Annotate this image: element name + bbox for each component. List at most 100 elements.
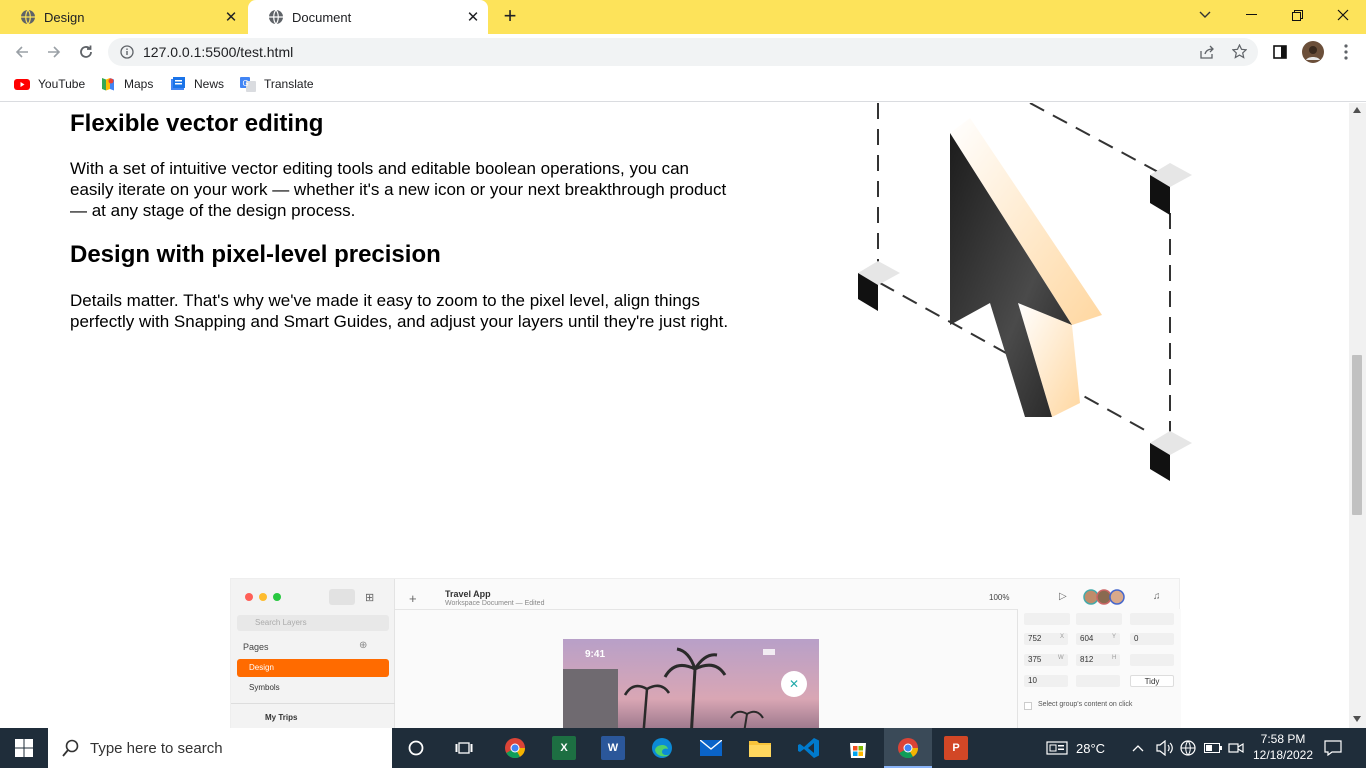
layers-sidebar: ⊞ Search Layers Pages ⊕ Design Symbols M…: [231, 579, 395, 728]
svg-text:G: G: [243, 79, 249, 88]
url-text: 127.0.0.1:5500/test.html: [143, 44, 294, 60]
inspector-panel: 752 X 604 Y 0 375 W 812 H 10 Tidy Select…: [1017, 609, 1181, 728]
bookmark-youtube[interactable]: YouTube: [14, 76, 85, 92]
divider: [231, 703, 395, 704]
store-icon[interactable]: [846, 736, 870, 760]
mail-icon[interactable]: [699, 736, 723, 760]
chevron-up-icon[interactable]: [1132, 728, 1144, 768]
youtube-icon: [14, 79, 30, 90]
pages-label: Pages: [243, 642, 269, 652]
forward-icon[interactable]: [42, 40, 66, 64]
chrome-active-icon[interactable]: [896, 736, 920, 760]
scroll-up-icon[interactable]: [1353, 107, 1361, 113]
info-icon[interactable]: [120, 45, 134, 59]
notification-icon[interactable]: [1324, 728, 1342, 768]
insert-icon: +: [409, 591, 417, 606]
clock-date: 12/18/2022: [1252, 748, 1314, 762]
bookmark-translate[interactable]: G Translate: [240, 76, 314, 92]
select-group-checkbox: [1024, 702, 1032, 710]
page-item-design: Design: [237, 659, 389, 677]
more-menu-icon[interactable]: [1334, 40, 1358, 64]
tab-strip: Design ✕ Document ✕ +: [0, 0, 1366, 34]
clock-time: 7:58 PM: [1260, 732, 1306, 746]
scroll-down-icon[interactable]: [1353, 716, 1361, 722]
phone-artboard: 9:41 ✕: [563, 639, 819, 728]
new-tab-button[interactable]: +: [498, 5, 522, 29]
word-icon[interactable]: W: [601, 736, 625, 760]
align-controls: [1024, 613, 1070, 625]
bookmarks-bar: YouTube Maps News G Translate: [0, 70, 1366, 102]
app-screenshot: ⊞ Search Layers Pages ⊕ Design Symbols M…: [230, 578, 1181, 728]
side-panel-icon[interactable]: [1268, 40, 1292, 64]
x-label: X: [1060, 634, 1065, 640]
speaker-icon[interactable]: [1156, 728, 1174, 768]
tab-design[interactable]: Design ✕: [0, 0, 246, 34]
w-label: W: [1058, 655, 1064, 661]
weather-temperature: 28°C: [1076, 740, 1106, 756]
radius-field: 10: [1024, 675, 1068, 687]
close-icon: ✕: [781, 671, 807, 697]
tab-label: Design: [44, 9, 85, 25]
powerpoint-icon[interactable]: P: [944, 736, 968, 760]
search-layers-input: Search Layers: [237, 615, 389, 631]
news-icon: [171, 77, 185, 90]
file-explorer-icon[interactable]: [748, 736, 772, 760]
grid-icon: ⊞: [365, 592, 375, 604]
toolbar-divider: [395, 609, 1017, 610]
vscode-icon[interactable]: [797, 736, 821, 760]
traffic-light-zoom: [273, 593, 281, 601]
play-icon: ▷: [1059, 591, 1067, 602]
bookmark-maps[interactable]: Maps: [100, 76, 153, 92]
address-bar[interactable]: 127.0.0.1:5500/test.html: [108, 38, 1258, 66]
h-label: H: [1112, 655, 1117, 661]
profile-avatar[interactable]: [1301, 40, 1325, 64]
bookmark-news[interactable]: News: [170, 76, 224, 92]
bookmark-star-icon[interactable]: [1232, 44, 1247, 59]
search-placeholder: Type here to search: [90, 739, 223, 757]
add-page-icon: ⊕: [359, 640, 368, 651]
cortana-icon[interactable]: [404, 736, 428, 760]
document-subtitle: Workspace Document — Edited: [445, 600, 545, 607]
search-icon: [62, 739, 79, 757]
bell-icon: ♫: [1153, 591, 1161, 602]
restore-icon[interactable]: [1274, 0, 1320, 30]
paragraph-vector-editing: With a set of intuitive vector editing t…: [70, 159, 727, 220]
share-icon[interactable]: [1200, 45, 1215, 59]
sidebar-toggle-icon: [329, 589, 355, 605]
select-group-label: Select group's content on click: [1038, 701, 1133, 708]
network-globe-icon[interactable]: [1180, 728, 1196, 768]
cursor-illustration: [858, 103, 1192, 481]
browser-toolbar: 127.0.0.1:5500/test.html: [0, 34, 1366, 70]
minimize-icon[interactable]: [1228, 0, 1274, 30]
excel-icon[interactable]: X: [552, 736, 576, 760]
close-window-icon[interactable]: [1320, 0, 1366, 30]
windows-start-icon[interactable]: [12, 736, 36, 760]
close-tab-icon[interactable]: ✕: [222, 8, 240, 26]
meet-now-icon[interactable]: [1228, 728, 1244, 768]
chrome-icon[interactable]: [503, 736, 527, 760]
task-view-icon[interactable]: [452, 736, 476, 760]
edge-icon[interactable]: [650, 736, 674, 760]
taskbar-search[interactable]: Type here to search: [48, 728, 392, 768]
reload-icon[interactable]: [74, 40, 98, 64]
windows-taskbar: Type here to search X W P 28°C 7:58 PM 1…: [0, 728, 1366, 768]
close-tab-icon[interactable]: ✕: [464, 8, 482, 26]
align-controls: [1076, 613, 1122, 625]
spacing-field: [1076, 675, 1120, 687]
page-viewport: Flexible vector editing With a set of in…: [0, 103, 1349, 728]
battery-icon[interactable]: [1204, 728, 1222, 768]
tab-search-icon[interactable]: [1182, 0, 1228, 30]
taskbar-clock[interactable]: 7:58 PM 12/18/2022: [1248, 731, 1318, 763]
document-title: Travel App: [445, 589, 491, 599]
rotation-field: 0: [1130, 633, 1174, 645]
maps-icon: [102, 78, 114, 91]
collaborator-avatars: [1083, 589, 1127, 605]
weather-widget[interactable]: 28°C: [1046, 728, 1105, 768]
scrollbar-thumb[interactable]: [1352, 355, 1362, 515]
page-scrollbar[interactable]: [1349, 103, 1366, 728]
flip-controls: [1130, 654, 1174, 666]
tab-document[interactable]: Document ✕: [248, 0, 488, 34]
heading-vector-editing: Flexible vector editing: [70, 110, 324, 137]
back-icon[interactable]: [10, 40, 34, 64]
globe-icon: [21, 9, 35, 25]
